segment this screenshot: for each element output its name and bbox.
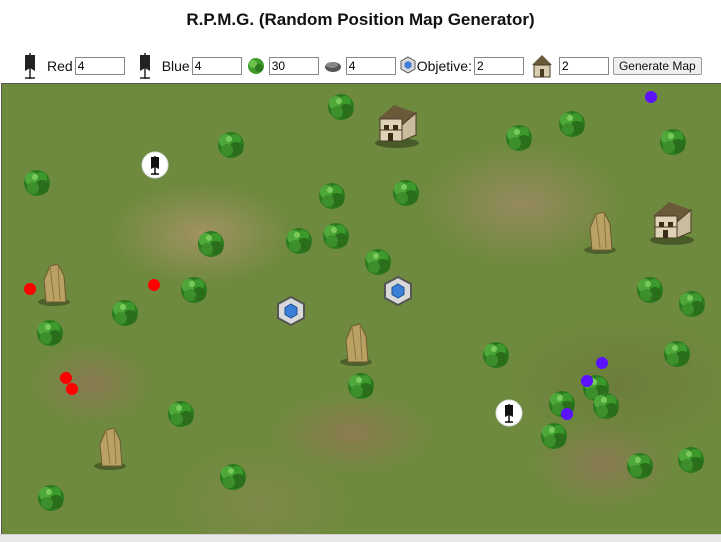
tree-icon — [679, 291, 705, 317]
rock-icon — [323, 56, 343, 76]
red-unit-marker[interactable] — [148, 279, 160, 291]
tree-icon — [365, 249, 391, 275]
objective-hexagon-icon[interactable] — [382, 275, 414, 307]
blue-label: Blue — [161, 58, 190, 74]
objective-label: Objetive: — [416, 58, 472, 74]
tree-icon — [24, 170, 50, 196]
houses-count-input[interactable] — [558, 57, 609, 75]
tree-icon — [112, 300, 138, 326]
tree-icon — [393, 180, 419, 206]
rock-icon — [37, 263, 71, 306]
red-count-input[interactable] — [74, 57, 125, 75]
tree-icon — [559, 111, 585, 137]
tree-icon — [627, 453, 653, 479]
objective-hexagon-icon[interactable] — [275, 295, 307, 327]
tree-icon — [660, 129, 686, 155]
trees-count-input[interactable] — [268, 57, 319, 75]
map-canvas[interactable] — [1, 83, 721, 535]
tree-icon — [319, 183, 345, 209]
house-icon — [374, 104, 420, 149]
blue-unit-marker[interactable] — [596, 357, 608, 369]
red-banner-icon — [16, 51, 44, 81]
toolbar: Red Blue Objetive: — [16, 49, 702, 83]
objective-count-input[interactable] — [473, 57, 524, 75]
tree-icon — [37, 320, 63, 346]
tree-icon — [181, 277, 207, 303]
generate-map-button[interactable]: Generate Map — [612, 57, 702, 75]
tree-icon — [246, 56, 266, 76]
tree-icon — [541, 423, 567, 449]
tree-icon — [198, 231, 224, 257]
tree-icon — [348, 373, 374, 399]
tree-icon — [678, 447, 704, 473]
rock-icon — [583, 211, 617, 254]
tree-icon — [218, 132, 244, 158]
tree-icon — [168, 401, 194, 427]
house-icon — [528, 51, 556, 81]
blue-unit-marker[interactable] — [561, 408, 573, 420]
tree-icon — [328, 94, 354, 120]
tree-icon — [506, 125, 532, 151]
blue-team-banner-icon[interactable] — [495, 399, 523, 427]
tree-icon — [593, 393, 619, 419]
tree-icon — [286, 228, 312, 254]
tree-icon — [38, 485, 64, 511]
red-unit-marker[interactable] — [66, 383, 78, 395]
rock-icon — [339, 323, 373, 366]
blue-unit-marker[interactable] — [581, 375, 593, 387]
rock-icon — [93, 427, 127, 470]
rocks-count-input[interactable] — [345, 57, 396, 75]
blue-unit-marker[interactable] — [645, 91, 657, 103]
red-label: Red — [47, 58, 73, 74]
blue-banner-icon — [130, 51, 159, 81]
tree-icon — [323, 223, 349, 249]
tree-icon — [637, 277, 663, 303]
tree-icon — [220, 464, 246, 490]
blue-count-input[interactable] — [191, 57, 242, 75]
house-icon — [649, 201, 695, 246]
tree-icon — [664, 341, 690, 367]
red-unit-marker[interactable] — [24, 283, 36, 295]
tree-icon — [483, 342, 509, 368]
page-title: R.P.M.G. (Random Position Map Generator) — [186, 10, 535, 29]
hexagon-objective-icon — [400, 56, 416, 76]
red-team-banner-icon[interactable] — [141, 151, 169, 179]
